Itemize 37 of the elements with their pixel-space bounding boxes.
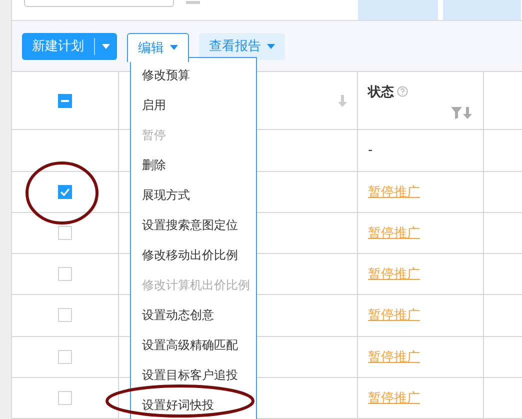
minus-icon bbox=[61, 100, 69, 102]
caret-icon bbox=[170, 45, 178, 50]
checkbox[interactable] bbox=[58, 308, 72, 322]
menu-item[interactable]: 启用 bbox=[131, 90, 256, 120]
menu-item[interactable]: 设置搜索意图定位 bbox=[131, 210, 256, 240]
report-button[interactable]: 查看报告 bbox=[199, 32, 285, 60]
menu-item[interactable]: 修改移动出价比例 bbox=[131, 240, 256, 270]
checkbox[interactable] bbox=[58, 226, 72, 240]
caret-icon bbox=[267, 44, 275, 49]
status-link[interactable]: 暂停推广 bbox=[368, 265, 420, 284]
checkbox[interactable] bbox=[58, 267, 72, 282]
sort-icon[interactable] bbox=[338, 94, 347, 107]
filter-sort-icon[interactable] bbox=[451, 106, 473, 119]
checkbox[interactable] bbox=[58, 350, 72, 364]
column-header: 状态 bbox=[368, 84, 394, 101]
tab-button[interactable] bbox=[443, 0, 521, 20]
menu-item[interactable]: 删除 bbox=[131, 150, 256, 180]
new-plan-button[interactable]: 新建计划 bbox=[22, 32, 117, 60]
help-icon[interactable] bbox=[397, 86, 408, 98]
check-icon bbox=[60, 188, 70, 196]
status-link[interactable]: 暂停推广 bbox=[368, 224, 420, 242]
tab-button[interactable] bbox=[358, 0, 438, 20]
menu-item[interactable]: 设置高级精确匹配 bbox=[131, 330, 256, 360]
status-link[interactable]: 暂停推广 bbox=[368, 388, 420, 407]
checkbox[interactable] bbox=[58, 94, 72, 108]
status-link[interactable]: 暂停推广 bbox=[368, 306, 420, 324]
edit-button[interactable]: 编辑 bbox=[127, 32, 189, 62]
menu-item[interactable]: 修改预算 bbox=[131, 60, 256, 90]
menu-item[interactable]: 设置目标客户追投 bbox=[131, 360, 256, 390]
status-link[interactable]: 暂停推广 bbox=[368, 182, 420, 201]
menu-item[interactable]: 设置动态创意 bbox=[131, 300, 256, 330]
status-link[interactable]: 暂停推广 bbox=[368, 348, 420, 366]
checkbox[interactable] bbox=[58, 390, 72, 405]
table-cell: - bbox=[368, 143, 373, 158]
checkbox[interactable] bbox=[58, 184, 72, 199]
caret-icon bbox=[102, 44, 110, 49]
menu-item[interactable]: 展现方式 bbox=[131, 180, 256, 210]
